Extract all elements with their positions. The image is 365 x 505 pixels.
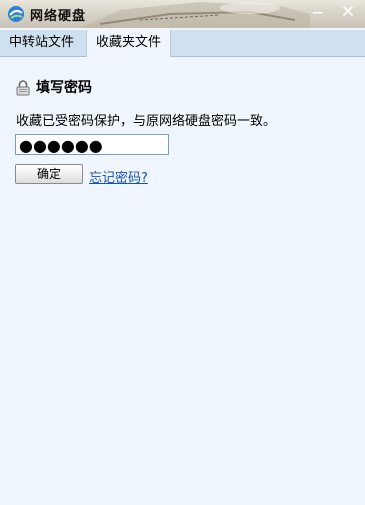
- password-field[interactable]: ●●●●●●: [15, 134, 169, 155]
- section-title: 填写密码: [36, 80, 92, 96]
- title-bar: 网络硬盘: [0, 0, 365, 28]
- tab-transfer-files[interactable]: 中转站文件: [0, 30, 83, 56]
- close-button[interactable]: [334, 0, 362, 22]
- minimize-button[interactable]: [304, 0, 332, 22]
- forgot-password-link[interactable]: 忘记密码?: [89, 167, 148, 186]
- lock-icon: [16, 80, 30, 96]
- ok-button[interactable]: 确定: [15, 164, 83, 184]
- tab-bar: 中转站文件 收藏夹文件: [0, 30, 365, 57]
- close-icon: [342, 5, 354, 17]
- minimize-icon: [313, 12, 323, 14]
- window-title: 网络硬盘: [30, 9, 87, 24]
- tab-favorite-files[interactable]: 收藏夹文件: [86, 30, 172, 57]
- title-banner-decoration: [80, 2, 310, 28]
- netdisk-logo-icon: [8, 6, 24, 22]
- password-description: 收藏已受密码保护，与原网络硬盘密码一致。: [16, 114, 277, 129]
